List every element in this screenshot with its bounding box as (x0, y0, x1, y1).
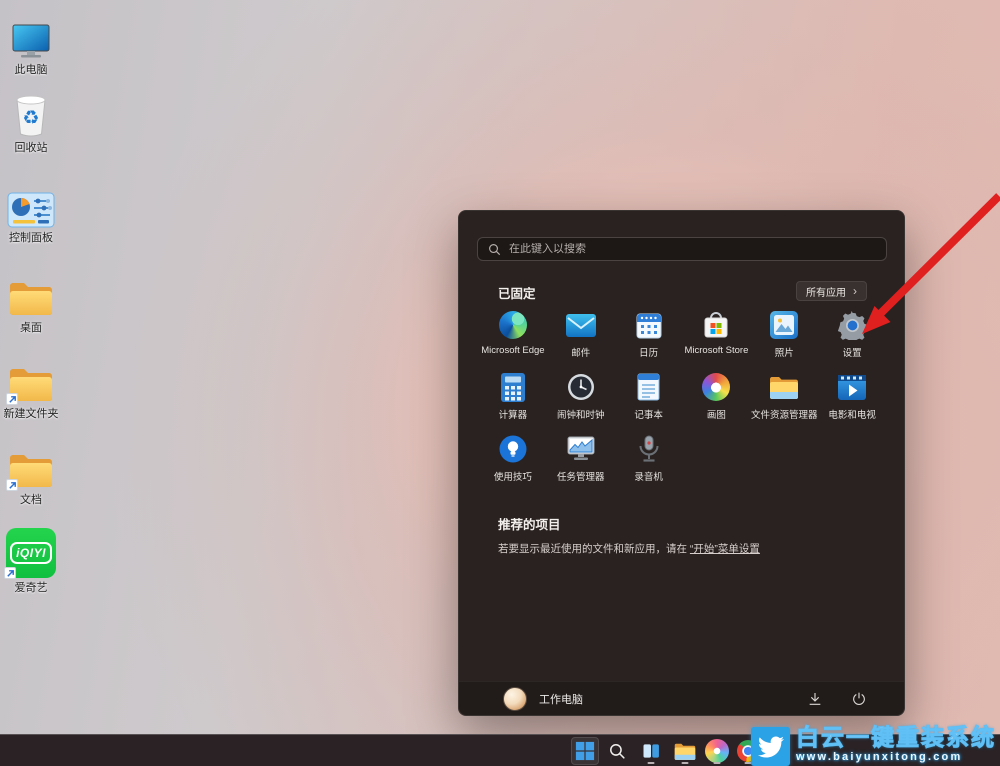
pinned-app-calculator[interactable]: 计算器 (479, 367, 547, 429)
folder-shortcut-icon (8, 442, 54, 490)
control-panel-icon (7, 180, 55, 228)
store-icon (703, 309, 729, 341)
start-menu-panel: 已固定 所有应用 › Microsoft Edge 邮件 (458, 210, 905, 716)
voice-recorder-icon (638, 433, 660, 465)
desktop-icon-recycle-bin[interactable]: ♻ 回收站 (2, 90, 60, 154)
downloads-button[interactable] (804, 688, 826, 710)
running-indicator (714, 762, 721, 765)
pinned-section-title: 已固定 (498, 283, 536, 302)
desktop-icon-iqiyi[interactable]: iQIYI 爱奇艺 (2, 524, 60, 594)
shortcut-arrow-icon (6, 479, 18, 491)
pinned-app-movies-tv[interactable]: 电影和电视 (818, 367, 886, 429)
pinned-app-notepad[interactable]: 记事本 (615, 367, 683, 429)
pinned-app-store[interactable]: Microsoft Store (683, 305, 751, 367)
watermark-url: www.baiyunxitong.com (796, 751, 996, 763)
windows-logo-icon (575, 741, 595, 761)
desktop-icon-control-panel[interactable]: 控制面板 (2, 180, 60, 244)
paint-icon (702, 373, 730, 401)
file-explorer-icon (674, 742, 696, 761)
pinned-app-edge[interactable]: Microsoft Edge (479, 305, 547, 367)
pinned-app-clock[interactable]: 闹钟和时钟 (547, 367, 615, 429)
search-box (477, 237, 887, 261)
desktop-icon-this-pc[interactable]: 此电脑 (2, 12, 60, 76)
pinned-app-paint[interactable]: 画图 (683, 367, 751, 429)
notepad-icon (637, 371, 660, 403)
desktop-icon-label: 桌面 (20, 322, 42, 334)
pinned-app-tips[interactable]: 使用技巧 (479, 429, 547, 491)
user-avatar (503, 687, 527, 711)
running-indicator (682, 762, 689, 765)
desktop-icon-label: 文档 (20, 494, 42, 506)
task-view-button[interactable] (637, 737, 665, 765)
pinned-app-mail[interactable]: 邮件 (547, 305, 615, 367)
power-icon (851, 691, 867, 707)
pinned-app-task-manager[interactable]: 任务管理器 (547, 429, 615, 491)
search-input[interactable] (501, 243, 886, 255)
movies-tv-icon (838, 371, 866, 403)
recommended-section-title: 推荐的项目 (498, 514, 561, 533)
power-button[interactable] (848, 688, 870, 710)
file-explorer-icon (769, 371, 799, 403)
pinned-app-file-explorer[interactable]: 文件资源管理器 (750, 367, 818, 429)
desktop-icon-label: 此电脑 (15, 64, 48, 76)
desktop-icon-folder[interactable]: 桌面 (2, 270, 60, 334)
start-button[interactable] (571, 737, 599, 765)
start-settings-link[interactable]: “开始”菜单设置 (690, 543, 760, 555)
color-wheel-icon (705, 739, 729, 763)
desktop-icon-label: 新建文件夹 (4, 408, 59, 420)
folder-shortcut-icon (8, 356, 54, 404)
calendar-icon (636, 309, 662, 341)
taskbar-color-wheel-button[interactable] (703, 737, 731, 765)
settings-gear-icon (838, 309, 867, 341)
recommended-empty-text: 若要显示最近使用的文件和新应用，请在 “开始”菜单设置 (498, 541, 760, 556)
folder-icon (8, 270, 54, 318)
user-account-button[interactable]: 工作电脑 (503, 687, 583, 711)
desktop-icon-label: 控制面板 (9, 232, 53, 244)
task-view-icon (641, 741, 661, 761)
user-name: 工作电脑 (539, 691, 583, 707)
download-icon (807, 691, 823, 707)
mail-icon (566, 309, 596, 341)
twitter-bird-icon (751, 727, 790, 766)
watermark-title: 白云一键重装系统 (796, 725, 996, 750)
search-icon (488, 243, 501, 256)
shortcut-arrow-icon (6, 393, 18, 405)
taskbar-file-explorer-button[interactable] (671, 737, 699, 765)
calculator-icon (501, 371, 525, 403)
desktop-icon-label: 爱奇艺 (15, 582, 48, 594)
start-menu-footer: 工作电脑 (459, 681, 904, 715)
running-indicator (648, 762, 655, 765)
watermark: 白云一键重装系统 www.baiyunxitong.com (751, 725, 996, 766)
pinned-apps-grid: Microsoft Edge 邮件 (479, 305, 886, 491)
all-apps-label: 所有应用 (806, 284, 846, 299)
desktop-icon-label: 回收站 (15, 142, 48, 154)
photos-icon (770, 309, 798, 341)
pinned-app-calendar[interactable]: 日历 (615, 305, 683, 367)
chevron-right-icon: › (853, 286, 857, 296)
search-icon (608, 742, 627, 761)
clock-icon (567, 371, 595, 403)
edge-icon (499, 311, 527, 339)
pinned-app-voice-recorder[interactable]: 录音机 (615, 429, 683, 491)
pinned-app-photos[interactable]: 照片 (750, 305, 818, 367)
all-apps-button[interactable]: 所有应用 › (796, 281, 867, 301)
this-pc-icon (10, 12, 52, 60)
recycle-bin-icon: ♻ (13, 90, 49, 138)
shortcut-arrow-icon (4, 567, 16, 579)
taskbar-search-button[interactable] (603, 737, 631, 765)
tips-icon (499, 433, 527, 465)
desktop-icon-folder-shortcut[interactable]: 新建文件夹 (2, 356, 60, 420)
task-manager-icon (567, 433, 595, 465)
svg-text:♻: ♻ (22, 108, 39, 129)
iqiyi-icon: iQIYI (6, 524, 56, 578)
pinned-app-settings[interactable]: 设置 (818, 305, 886, 367)
desktop-icon-folder-shortcut[interactable]: 文档 (2, 442, 60, 506)
